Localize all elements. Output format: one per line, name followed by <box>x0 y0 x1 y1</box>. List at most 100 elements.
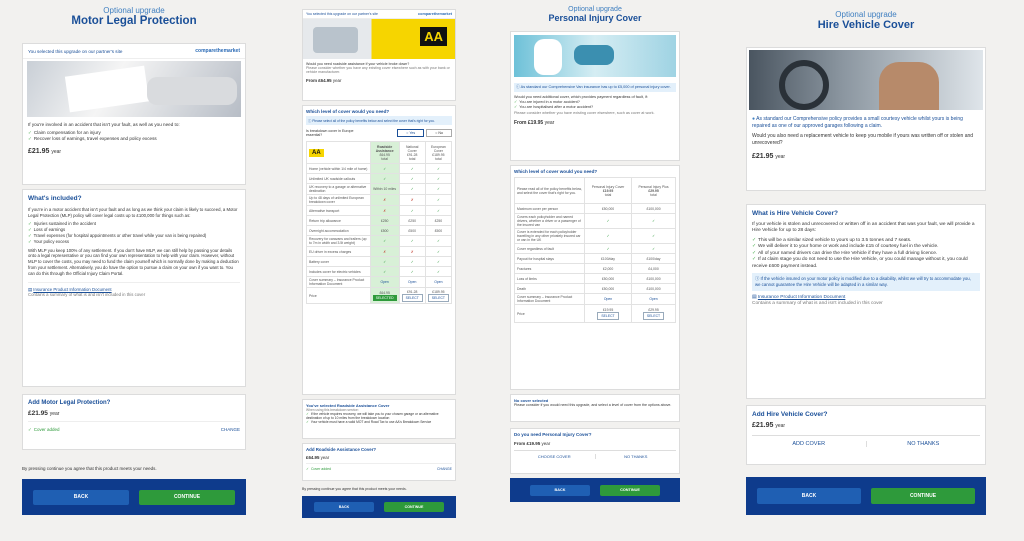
row-cell[interactable]: Open <box>398 276 426 288</box>
yes-radio[interactable]: ○ Yes <box>397 129 425 137</box>
table-row: Loss of limbs £50,000 £100,000 <box>514 273 676 284</box>
back-button[interactable]: BACK <box>33 489 129 505</box>
table-row: Up to 48 days of unlimited European brea… <box>306 194 453 206</box>
roadside-note: Please consider whether you have any exi… <box>306 66 450 74</box>
no-thanks-button[interactable]: NO THANKS <box>594 454 677 459</box>
row-cell: £100,000 <box>631 273 676 284</box>
injury-item: ✓ You are hospitalised after a motor acci… <box>514 105 594 109</box>
aa-logo: AA <box>309 148 324 157</box>
row-cell: £100,000 <box>631 283 676 294</box>
what-is-item: ✓ If at claim stage you do not need to us… <box>752 257 968 269</box>
info-banner: ⓘ Please select all of the policy benefi… <box>306 116 452 125</box>
row-cell[interactable]: Open <box>424 276 453 288</box>
row-label: Unlimited UK roadside callouts <box>306 173 371 184</box>
ipid-link[interactable]: Insurance Product Information Document <box>758 295 845 300</box>
row-label: Cover summary – Insurance Product Inform… <box>514 293 585 305</box>
table-row: Battery cover ✓ ✓ ✓ <box>306 256 453 267</box>
row-label: Fractures <box>514 263 585 274</box>
add-cover-title: Add Motor Legal Protection? <box>28 400 111 406</box>
continue-button[interactable]: CONTINUE <box>139 489 235 505</box>
table-row: Includes cover for electric vehicles ✓ ✓ ✓ <box>306 266 453 277</box>
row-cell[interactable]: Open <box>369 276 400 288</box>
cover-added-status: ✓ Cover added <box>28 427 60 432</box>
row-cell: ✓ <box>369 235 400 247</box>
hire-question: Would you also need a replacement vehicl… <box>752 133 974 146</box>
row-cell: ✓ <box>631 243 676 254</box>
continue-button[interactable]: CONTINUE <box>600 484 660 496</box>
table-row: Death £50,000 £100,000 <box>514 283 676 294</box>
action-bar: BACK CONTINUE <box>510 478 680 502</box>
injury-comparison-table: Please read all of the policy benefits b… <box>514 177 676 323</box>
row-cell: Within 10 miles <box>369 183 400 195</box>
row-cell: ✓ <box>369 163 400 174</box>
row-label: UK recovery to a garage or alternative d… <box>306 183 371 195</box>
add-cover-button[interactable]: ADD COVER <box>752 441 866 447</box>
page-title: Personal Injury Cover <box>548 13 642 23</box>
action-bar: BACK CONTINUE <box>22 479 246 515</box>
row-cell: ✓ <box>369 256 400 267</box>
back-button[interactable]: BACK <box>530 484 590 496</box>
injury-intro-card: ⓘ As standard our Comprehensive Van insu… <box>510 31 680 161</box>
row-cell: ✗ <box>369 246 400 257</box>
row-cell[interactable]: Open <box>631 293 676 305</box>
continue-button[interactable]: CONTINUE <box>871 488 975 504</box>
row-cell[interactable]: Open <box>583 293 633 305</box>
price-label: Price <box>514 304 585 323</box>
action-bar: BACK CONTINUE <box>746 477 986 515</box>
change-link[interactable]: CHANGE <box>437 467 452 471</box>
row-cell: £4,000 <box>631 263 676 274</box>
add-cover-card: Add Hire Vehicle Cover? £21.95 year ADD … <box>746 405 986 465</box>
price-suffix: year <box>51 149 62 155</box>
table-row: Cover summary – Insurance Product Inform… <box>514 293 676 305</box>
price-suffix: year <box>541 441 551 446</box>
row-label: Death <box>514 283 585 294</box>
row-cell: ✓ <box>424 163 453 174</box>
optional-upgrade-label: Optional upgrade <box>568 6 622 13</box>
select-button[interactable]: SELECT <box>597 311 619 320</box>
row-cell: ✓ <box>398 205 426 216</box>
row-cell: £50,000 <box>583 283 633 294</box>
no-cover-text: Please consider if you would need this u… <box>514 403 672 407</box>
ipid-link[interactable]: Insurance Product Information Document <box>33 287 111 292</box>
col-header: Personal Injury Plus £29.95 total <box>631 177 676 204</box>
table-row: UK recovery to a garage or alternative d… <box>306 183 453 195</box>
back-button[interactable]: BACK <box>314 502 374 512</box>
check-icon: ✓ <box>752 250 757 256</box>
aa-logo: AA <box>420 27 447 46</box>
personal-injury-panel: Optional upgrade Personal Injury Cover ⓘ… <box>510 0 680 541</box>
no-thanks-button[interactable]: NO THANKS <box>865 441 981 447</box>
row-cell: ✓ <box>424 235 453 247</box>
check-icon: ✓ <box>752 244 757 250</box>
level-title: Which level of cover would you need? <box>306 109 390 114</box>
select-button[interactable]: SELECT <box>401 293 423 302</box>
continue-button[interactable]: CONTINUE <box>384 502 444 512</box>
row-cell: ✗ <box>369 194 400 206</box>
row-cell: £100,000 <box>631 203 676 214</box>
back-button[interactable]: BACK <box>757 488 861 504</box>
price: £21.95 <box>28 148 50 155</box>
whats-included-title: What's included? <box>28 195 82 202</box>
table-row: Cover summary – Insurance Product Inform… <box>306 276 453 288</box>
row-cell: £500 <box>369 225 400 236</box>
table-row: Cover regardless of fault ✓ ✓ <box>514 243 676 254</box>
selected-note: ✓ If the vehicle requires recovery, we wi… <box>306 412 439 420</box>
included-outro: With MLP you keep 100% of any settlement… <box>28 247 239 276</box>
selected-summary-card: You've selected Roadside Assistance Cove… <box>302 399 456 439</box>
select-button[interactable]: SELECT <box>427 293 449 302</box>
col-header: European Cover £189.95 total <box>424 141 453 164</box>
ipid-description: Contains a summary of what is and isn't … <box>28 292 146 298</box>
page-title: Hire Vehicle Cover <box>817 19 915 31</box>
no-radio[interactable]: ○ No <box>426 129 452 137</box>
row-cell: £100/day <box>583 253 633 264</box>
ipid-description: Contains a summary of what is and isn't … <box>752 301 883 307</box>
row-cell: ✓ <box>424 246 453 257</box>
price-suffix: year <box>332 78 342 83</box>
comparethemarket-logo: comparethemarket <box>195 48 240 54</box>
change-link[interactable]: CHANGE <box>221 427 240 433</box>
optional-upgrade-label: Optional upgrade <box>103 6 165 15</box>
select-button[interactable]: SELECT <box>642 311 665 320</box>
row-cell: ✓ <box>398 183 426 195</box>
row-cell: ✓ <box>398 173 426 184</box>
selected-button[interactable]: SELECTED <box>372 294 397 301</box>
choose-cover-button[interactable]: CHOOSE COVER <box>514 454 595 459</box>
